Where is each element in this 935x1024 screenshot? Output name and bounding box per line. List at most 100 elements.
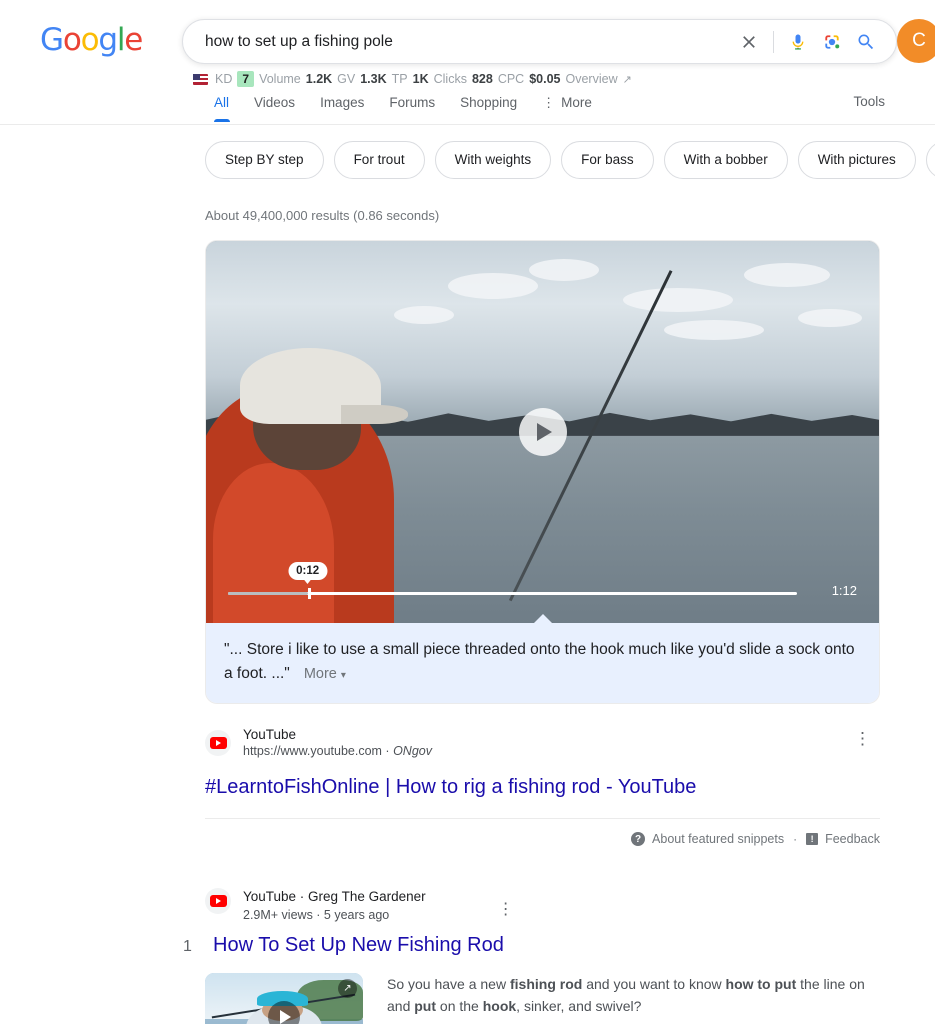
result-2-title-row: 1 How To Set Up New Fishing Rod [183,934,895,957]
tab-more-label: More [561,95,592,110]
snippet-text: and you want to know [582,976,726,992]
tab-shopping[interactable]: Shopping [460,94,530,122]
chip-with-pictures[interactable]: With pictures [797,141,916,179]
avatar[interactable]: C [897,19,935,63]
featured-snippet-footer: ? About featured snippets · ! Feedback [205,818,880,846]
snippet-text: , sinker, and swivel? [516,998,642,1014]
external-link-icon[interactable]: ↗ [623,73,632,86]
about-featured-snippets-link[interactable]: ? About featured snippets [631,832,784,846]
search-input[interactable] [183,20,737,63]
google-lens-icon[interactable] [820,30,844,54]
chip-partial[interactable]: H [925,141,935,179]
feedback-flag-icon: ! [806,833,819,845]
source-channel: ONgov [393,744,432,758]
kd-label: KD [215,72,233,86]
google-search-results-page: Google how to set up a fishing pole C KD… [0,0,935,1024]
feedback-link[interactable]: ! Feedback [806,832,880,846]
filter-chips: Step BY step For trout With weights For … [205,141,935,179]
tab-forums[interactable]: Forums [389,94,448,122]
close-icon[interactable] [737,30,761,54]
us-flag-icon [193,73,208,85]
source-row[interactable]: YouTube https://www.youtube.com · ONgov [205,726,895,760]
source-url: https://www.youtube.com · ONgov [243,744,432,758]
icon-divider [773,30,774,53]
youtube-icon [205,730,231,756]
metric-gv-label: GV [337,72,356,86]
chip-for-trout[interactable]: For trout [333,141,425,179]
footer-separator: · [793,832,798,846]
featured-video-player[interactable]: 0:12 1:12 [206,241,879,623]
video-progress-played [228,592,308,595]
result-2-thumbnail[interactable]: ↗ [205,973,363,1024]
video-duration: 1:12 [831,583,857,598]
search-tabs: All Videos Images Forums Shopping ⋮ More [214,94,617,122]
kd-value-badge: 7 [237,71,255,87]
search-icon[interactable] [854,30,878,54]
metric-cpc-label: CPC [497,72,525,86]
chip-with-weights[interactable]: With weights [434,141,552,179]
metric-tp-value: 1K [412,72,429,86]
youtube-icon [205,888,231,914]
result-options-kebab-icon[interactable]: ⋮ [852,730,873,747]
metric-clicks-value: 828 [471,72,493,86]
expand-icon[interactable]: ↗ [338,979,357,998]
chevron-down-icon: ▾ [340,670,346,681]
metric-clicks-label: Clicks [433,72,467,86]
search-box[interactable] [182,19,897,64]
chip-step-by-step[interactable]: Step BY step [205,141,324,179]
feedback-label: Feedback [825,832,880,846]
video-cap-brim [340,405,408,425]
tab-videos[interactable]: Videos [254,94,308,122]
result-2-meta-line: 2.9M+ views · 5 years ago [243,908,390,922]
video-current-time: 0:12 [288,562,328,580]
snippet-bold-term: put [414,998,437,1014]
metric-cpc-value: $0.05 [529,72,561,86]
featured-snippet-title[interactable]: #LearntoFishOnline | How to rig a fishin… [205,774,895,800]
result-2-site-line: YouTube · Greg The Gardener [243,889,426,904]
result-2-body: ↗ So you have a new fishing rod and you … [205,973,895,1024]
result-2-options-kebab-icon[interactable]: ⋮ [498,902,514,918]
more-vertical-icon: ⋮ [542,95,556,110]
snippet-bold-term: fishing rod [509,976,583,992]
overview-link[interactable]: Overview [566,72,618,86]
featured-snippet-more-button[interactable]: More ▾ [304,666,346,682]
metric-volume-value: 1.2K [305,72,333,86]
result-rank-number: 1 [183,938,192,955]
more-label: More [303,666,337,682]
metric-tp-label: TP [391,72,408,86]
result-2-snippet: So you have a new fishing rod and you wa… [387,973,877,1024]
result-2-title[interactable]: How To Set Up New Fishing Rod [213,934,504,957]
tab-images[interactable]: Images [320,94,377,122]
metric-volume-label: Volume [259,72,301,86]
video-progress-bar[interactable]: 0:12 [228,562,797,599]
metric-gv-value: 1.3K [360,72,387,86]
featured-snippet-quote-box: "... Store i like to use a small piece t… [206,623,879,703]
video-controls: 0:12 1:12 [206,562,879,609]
play-button-icon[interactable] [518,408,567,456]
tab-all[interactable]: All [214,94,242,122]
result-2-source[interactable]: YouTube · Greg The Gardener 2.9M+ views … [205,888,895,924]
tab-more[interactable]: ⋮ More [542,94,605,122]
search-box-icons [737,30,896,54]
search-result-2: YouTube · Greg The Gardener 2.9M+ views … [183,888,895,1024]
microphone-icon[interactable] [786,30,810,54]
search-nav-bar: All Videos Images Forums Shopping ⋮ More… [0,94,935,125]
about-featured-snippets-label: About featured snippets [652,832,785,846]
results-count: About 49,400,000 results (0.86 seconds) [205,208,440,223]
google-logo[interactable]: Google [40,25,143,56]
featured-snippet-source: YouTube https://www.youtube.com · ONgov … [205,726,895,800]
snippet-bold-term: hook [482,998,517,1014]
video-progress-knob[interactable] [307,588,311,599]
chip-with-a-bobber[interactable]: With a bobber [663,141,788,179]
chip-for-bass[interactable]: For bass [561,141,654,179]
page-header: Google how to set up a fishing pole C [0,0,935,68]
seo-metrics-bar: KD 7 Volume 1.2K GV 1.3K TP 1K Clicks 82… [193,71,632,87]
snippet-text: on the [436,998,483,1014]
featured-snippet-card: 0:12 1:12 "... Store i like to use a sma… [205,240,880,704]
tools-button[interactable]: Tools [853,94,885,109]
source-site-name: YouTube [243,727,297,742]
question-mark-icon: ? [631,832,646,846]
snippet-text: So you have a new [387,976,510,992]
snippet-bold-term: how to put [725,976,797,992]
results-column: About 49,400,000 results (0.86 seconds) [183,208,895,1024]
